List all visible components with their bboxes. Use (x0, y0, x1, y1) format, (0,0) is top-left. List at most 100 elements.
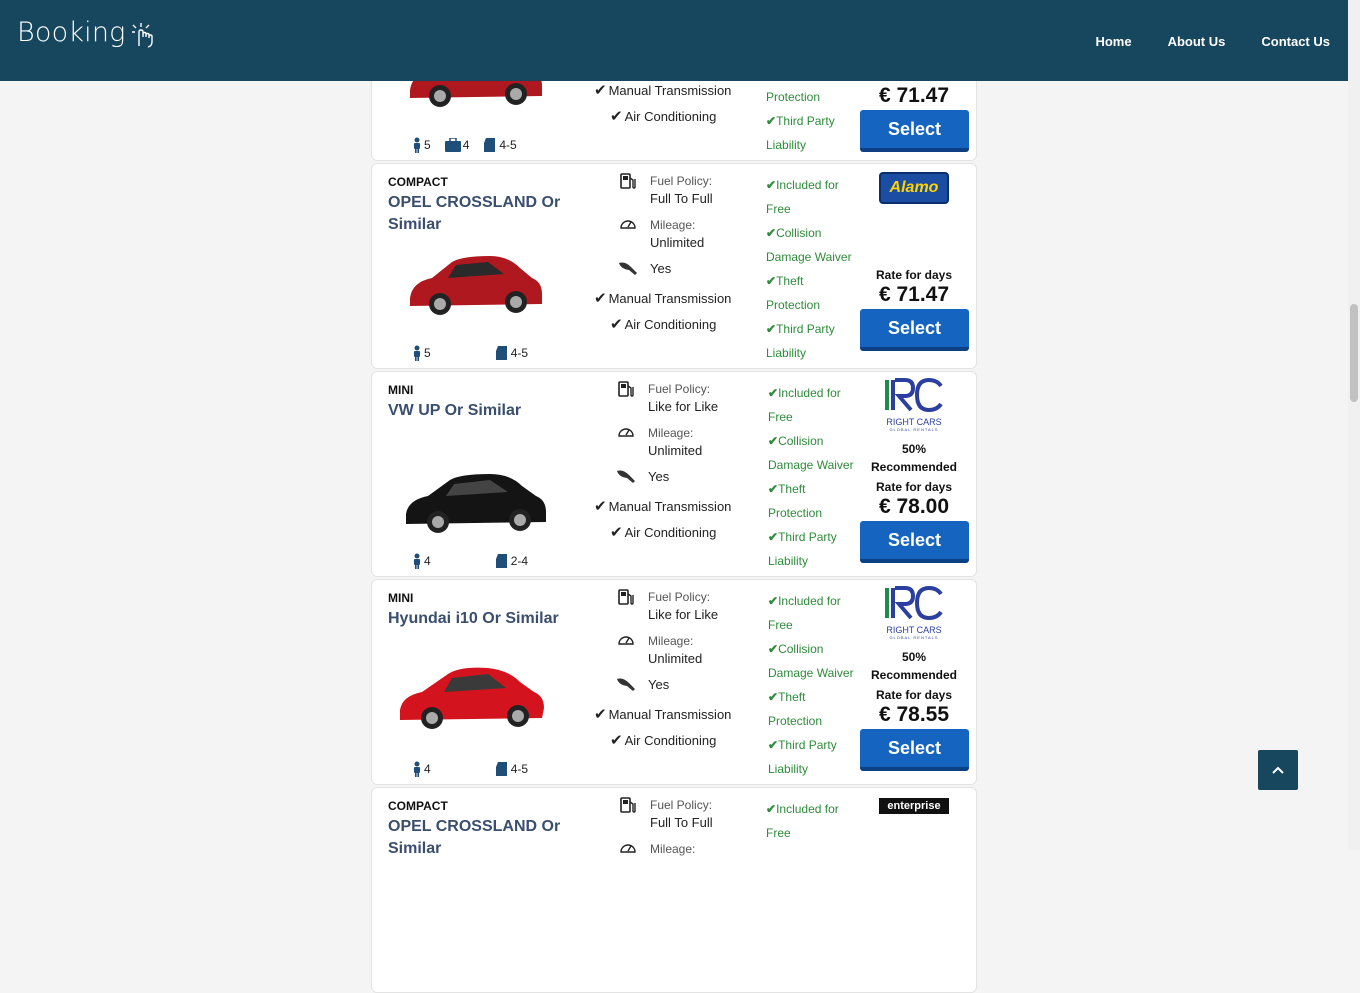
check-icon: ✔ (766, 114, 777, 128)
recommend-percent: 50% (901, 442, 927, 456)
select-button[interactable]: Select (860, 729, 969, 771)
supplier-logo: RIGHT CARS GLOBAL RENTALS (860, 586, 968, 648)
fuel-pump-icon (618, 589, 634, 605)
check-icon: ✔ (766, 322, 777, 336)
rc-logo-icon (885, 378, 943, 413)
chevron-up-icon (1272, 766, 1284, 774)
door-count: 2-4 (510, 554, 529, 568)
transmission-block: ✔ Manual Transmission ✔ Air Conditioning (594, 706, 732, 749)
price-column: enterprise (860, 788, 968, 814)
price: € 78.55 (878, 703, 950, 726)
check-icon: ✔ (610, 732, 623, 749)
car-capacity: 4 2-4 (412, 553, 542, 569)
passenger-count: 5 (424, 346, 431, 360)
logo-text: Booking (17, 17, 126, 48)
passenger-count: 5 (424, 138, 431, 152)
included-list: ✔Included for Free ✔Collision Damage Wai… (768, 594, 854, 776)
check-icon: ✔ (610, 108, 623, 125)
car-capacity: 5 4 4-5 (412, 137, 531, 153)
fuel-pump-icon (620, 173, 636, 189)
main-nav: Home About Us Contact Us (1059, 34, 1330, 49)
rate-label: Rate for days (875, 688, 953, 702)
check-icon: ✔ (594, 706, 607, 723)
car-card: COMPACT OPEL CROSSLAND Or Similar 5 4-5 … (371, 163, 977, 369)
check-icon: ✔ (768, 642, 779, 656)
car-name[interactable]: VW UP Or Similar (388, 400, 568, 422)
check-icon: ✔ (610, 524, 623, 541)
car-card: MINI VW UP Or Similar 4 2-4 Fuel Policy:… (371, 371, 977, 577)
check-icon: ✔ (594, 498, 607, 515)
check-icon: ✔ (768, 690, 779, 704)
door-count: 4-5 (499, 138, 517, 152)
speedometer-icon (618, 636, 634, 645)
recommend-label: Recommended (870, 460, 958, 474)
fuel-pump-icon (618, 381, 634, 397)
car-key-icon (617, 470, 635, 483)
feature-list: Fuel Policy: Like for Like Mileage: Unlimi… (614, 380, 718, 496)
check-icon: ✔ (768, 594, 779, 608)
included-list: ✔Included for Free ✔Collision Damage Wai… (768, 386, 854, 568)
supplier-logo: Alamo (879, 172, 949, 204)
scroll-to-top-button[interactable] (1258, 750, 1298, 790)
price-column: € 71.47 Select (860, 83, 969, 152)
transmission-block: ✔ Manual Transmission ✔ Air Conditioning (594, 290, 732, 333)
price: € 71.47 (878, 84, 950, 107)
person-icon (414, 553, 420, 569)
transmission-block: ✔ Manual Transmission ✔ Air Conditioning (594, 498, 732, 541)
scrollbar-thumb[interactable] (1350, 304, 1358, 402)
rc-logo-icon (885, 586, 943, 621)
check-icon: ✔ (610, 316, 623, 333)
speedometer-icon (620, 844, 636, 853)
car-door-icon (495, 346, 507, 360)
price-column: RIGHT CARS GLOBAL RENTALS 50% Recommende… (860, 378, 969, 563)
top-navbar: Booking Home About Us Contact Us (0, 0, 1348, 81)
person-icon (414, 137, 420, 153)
rate-label: Rate for days (875, 268, 953, 282)
car-name[interactable]: OPEL CROSSLAND Or Similar (388, 816, 568, 860)
car-door-icon (495, 762, 507, 776)
price: € 71.47 (878, 283, 950, 306)
included-list: Protection ✔Third Party Liability (766, 90, 835, 152)
select-button[interactable]: Select (860, 309, 969, 351)
speedometer-icon (618, 428, 634, 437)
car-category: MINI (388, 383, 414, 397)
feature-list: Fuel Policy: Full To Full Mileage: (616, 796, 713, 884)
speedometer-icon (620, 220, 636, 229)
check-icon: ✔ (768, 434, 779, 448)
price-column: RIGHT CARS GLOBAL RENTALS 50% Recommende… (860, 586, 969, 771)
car-image (410, 256, 542, 315)
car-card: MINI Hyundai i10 Or Similar 4 4-5 Fuel P… (371, 579, 977, 785)
car-category: COMPACT (388, 175, 448, 189)
check-icon: ✔ (766, 802, 777, 816)
select-button[interactable]: Select (860, 521, 969, 563)
site-logo[interactable]: Booking (17, 17, 154, 48)
nav-home-link[interactable]: Home (1095, 34, 1131, 49)
passenger-count: 4 (424, 554, 431, 568)
car-capacity: 4 4-5 (412, 761, 542, 777)
car-name[interactable]: OPEL CROSSLAND Or Similar (388, 192, 568, 236)
door-count: 4-5 (510, 346, 529, 360)
check-icon: ✔ (768, 738, 779, 752)
car-name[interactable]: Hyundai i10 Or Similar (388, 608, 568, 630)
fuel-pump-icon (620, 797, 636, 813)
nav-contact-link[interactable]: Contact Us (1261, 34, 1330, 49)
passenger-count: 4 (424, 762, 431, 776)
select-button[interactable]: Select (860, 110, 969, 152)
feature-list: Fuel Policy: Like for Like Mileage: Unlimi… (614, 588, 718, 704)
car-image (406, 474, 546, 533)
check-icon: ✔ (766, 274, 777, 288)
check-icon: ✔ (594, 290, 607, 307)
page-scrollbar[interactable] (1348, 0, 1360, 850)
nav-about-link[interactable]: About Us (1168, 34, 1226, 49)
check-icon: ✔ (768, 386, 779, 400)
recommend-label: Recommended (870, 668, 958, 682)
car-category: COMPACT (388, 799, 448, 813)
car-door-icon (495, 554, 507, 568)
suitcase-icon (444, 138, 461, 152)
person-icon (414, 761, 420, 777)
rate-label: Rate for days (875, 480, 953, 494)
door-count: 4-5 (510, 762, 529, 776)
check-icon: ✔ (594, 82, 607, 99)
supplier-logo: RIGHT CARS GLOBAL RENTALS (860, 378, 968, 440)
car-key-icon (617, 678, 635, 691)
